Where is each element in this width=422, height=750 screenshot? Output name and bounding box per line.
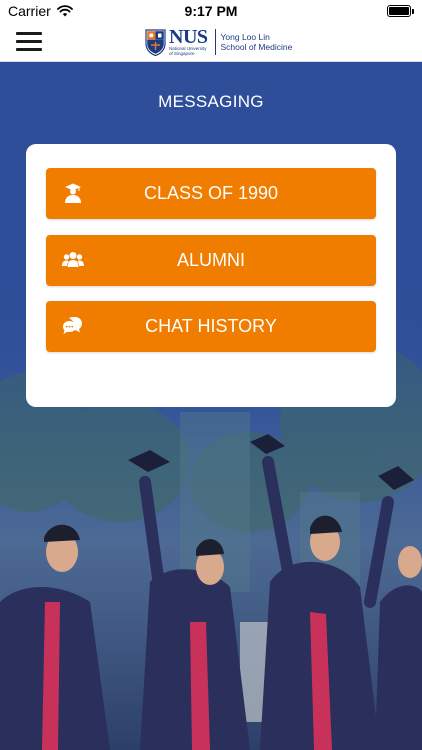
school-name: Yong Loo Lin School of Medicine xyxy=(221,32,293,52)
navigation-bar: NUS National University of Singapore Yon… xyxy=(0,22,422,62)
school-name-line-1: Yong Loo Lin xyxy=(220,32,270,42)
chat-history-label: CHAT HISTORY xyxy=(145,316,277,336)
alumni-button[interactable]: ALUMNI xyxy=(46,235,376,286)
class-of-1990-button[interactable]: CLASS OF 1990 xyxy=(46,168,376,219)
hamburger-menu-icon[interactable] xyxy=(16,29,42,53)
nus-crest-icon xyxy=(145,28,166,56)
messaging-card: CLASS OF 1990 ALUMNI CHAT HISTORY xyxy=(26,144,396,407)
battery-icon xyxy=(387,5,414,17)
chat-bubbles-icon xyxy=(63,316,82,334)
nus-subtitle-line-2: of Singapore xyxy=(169,50,195,56)
carrier-label: Carrier xyxy=(8,3,51,19)
nus-brand-text: NUS xyxy=(169,25,208,48)
graduate-icon xyxy=(65,183,81,203)
wifi-icon xyxy=(56,5,73,17)
status-left: Carrier xyxy=(8,3,73,19)
chat-history-button[interactable]: CHAT HISTORY xyxy=(46,301,376,352)
nus-wordmark: NUS National University of Singapore xyxy=(169,25,208,56)
alumni-label: ALUMNI xyxy=(176,250,245,270)
school-name-line-2: School of Medicine xyxy=(220,42,293,52)
hero-background: MESSAGING CLASS OF 1990 ALUMNI CHAT HIST… xyxy=(0,62,422,750)
logo-divider xyxy=(214,29,216,55)
page-title: MESSAGING xyxy=(158,92,264,111)
status-bar: Carrier 9:17 PM xyxy=(0,0,422,22)
class-of-1990-label: CLASS OF 1990 xyxy=(143,183,279,203)
group-icon xyxy=(62,252,84,267)
nus-medicine-logo: NUS National University of Singapore Yon… xyxy=(145,25,292,59)
